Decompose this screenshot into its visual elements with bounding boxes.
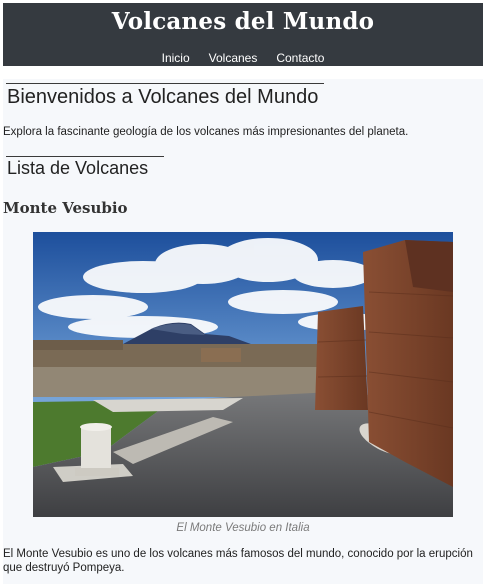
- vesuvius-photo: [33, 232, 453, 517]
- volcano-list-heading: Lista de Volcanes: [7, 158, 149, 178]
- photo-caption: El Monte Vesubio en Italia: [176, 522, 310, 534]
- volcano-description: El Monte Vesubio es uno de los volcanes …: [3, 548, 473, 574]
- welcome-heading: Bienvenidos a Volcanes del Mundo: [7, 86, 319, 108]
- main-nav: Inicio Volcanes Contacto: [3, 51, 483, 65]
- nav-link-contacto[interactable]: Contacto: [276, 51, 324, 65]
- main-content: Bienvenidos a Volcanes del Mundo Explora…: [3, 79, 483, 584]
- nav-link-inicio[interactable]: Inicio: [162, 51, 190, 65]
- site-title: Volcanes del Mundo: [111, 8, 375, 35]
- volcano-name: Monte Vesubio: [3, 199, 128, 217]
- site-header: Volcanes del Mundo Inicio Volcanes Conta…: [3, 3, 483, 66]
- heading-rule: [6, 83, 324, 84]
- nav-link-volcanes[interactable]: Volcanes: [209, 51, 258, 65]
- intro-text: Explora la fascinante geología de los vo…: [3, 126, 409, 138]
